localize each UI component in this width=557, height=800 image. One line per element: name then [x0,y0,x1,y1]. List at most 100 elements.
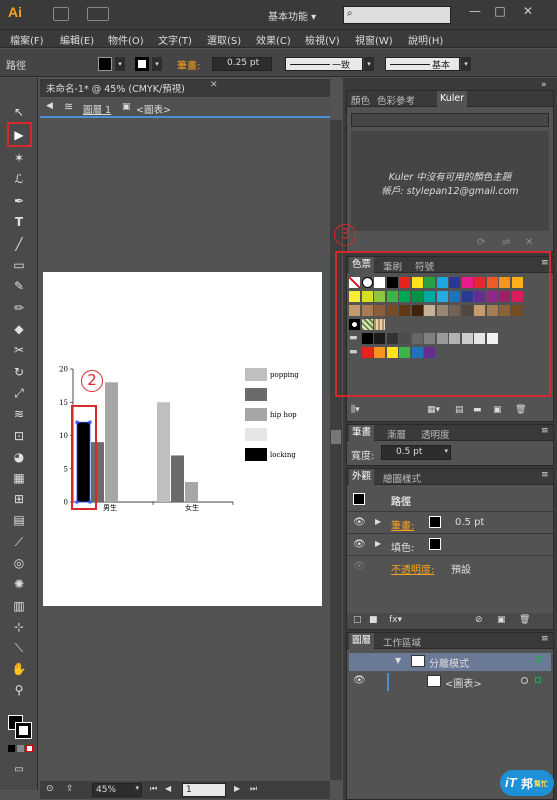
add-effect-icon[interactable]: fx▾ [389,615,402,625]
fill-dropdown-icon[interactable]: ▾ [115,57,125,71]
brush-dropdown-icon[interactable]: ▾ [461,57,471,71]
width-tool-icon[interactable]: ≋ [11,406,27,422]
maximize-button[interactable]: □ [490,4,510,22]
document-tab[interactable]: 未命名-1* @ 45% (CMYK/預視) [46,81,185,95]
color-mode-icon[interactable] [8,745,15,752]
show-swatch-kinds-icon[interactable]: ▦▾ [427,405,440,415]
free-transform-tool-icon[interactable]: ⊡ [11,428,27,444]
artboard-tool-icon[interactable]: ⊹ [11,619,27,635]
collapse-panels-icon[interactable]: » [541,80,547,90]
blend-tool-icon[interactable]: ◎ [11,555,27,571]
none-mode-icon[interactable] [26,745,33,752]
appearance-stroke-label[interactable]: 筆畫: [391,517,414,532]
screen-mode-icon[interactable]: ▭ [11,762,27,778]
menu-view[interactable]: 檢視(V) [305,32,340,47]
layer-target-icon[interactable] [535,656,541,662]
next-page-icon[interactable]: ▶ [234,784,240,793]
new-color-group-icon[interactable]: ▬ [473,405,482,415]
share-icon[interactable]: ⇪ [66,784,74,794]
zoom-tool-icon[interactable]: ⚲ [11,682,27,698]
menu-type[interactable]: 文字(T) [158,32,192,47]
swatch-library-icon[interactable]: ⫼▾ [351,405,360,415]
selection-tool-icon[interactable]: ↖ [11,104,27,120]
layer-row-isolation[interactable]: ▼ 分離模式 [349,653,551,671]
menu-effect[interactable]: 效果(C) [256,32,291,47]
tab-graphic-styles[interactable]: 繪圖樣式 [383,471,421,485]
brush-definition[interactable]: 基本 [385,57,460,71]
type-tool-icon[interactable]: T [11,214,27,230]
blob-brush-tool-icon[interactable]: ◆ [11,321,27,337]
back-arrow-icon[interactable]: ◀ [46,101,53,111]
variable-width-profile[interactable]: 一致 [285,57,363,71]
kuler-close-icon[interactable]: ✕ [525,237,533,248]
hand-tool-icon[interactable]: ✋ [11,661,27,677]
minimize-button[interactable]: — [465,4,485,22]
new-swatch-icon[interactable]: ▣ [493,405,502,415]
rotate-tool-icon[interactable]: ↻ [11,364,27,380]
appearance-fill-label[interactable]: 填色: [391,539,414,554]
prev-page-icon[interactable]: ◀ [165,784,171,793]
magic-wand-tool-icon[interactable]: ✶ [11,150,27,166]
appearance-fill-swatch[interactable] [429,538,441,550]
search-input[interactable]: ⌕ [343,6,451,24]
scale-tool-icon[interactable]: ⤢ [11,385,27,401]
stroke-swatch[interactable] [135,57,149,71]
add-fill-icon[interactable]: ■ [369,615,378,625]
bridge-icon[interactable] [53,7,69,21]
menu-edit[interactable]: 編輯(E) [60,32,94,47]
stroke-weight-field[interactable]: 0.25 pt [212,57,272,71]
symbol-sprayer-tool-icon[interactable]: ✺ [11,576,27,592]
fill-swatch[interactable] [98,57,112,71]
selection-indicator[interactable] [535,677,541,683]
expand-layer-icon[interactable]: ▼ [395,656,401,665]
close-tab-icon[interactable]: ✕ [210,80,218,90]
kuler-link-icon[interactable]: ⇌ [502,237,510,248]
gradient-mode-icon[interactable] [17,745,24,752]
eyedropper-tool-icon[interactable]: ⟋ [11,534,27,550]
gradient-tool-icon[interactable]: ▤ [11,512,27,528]
kuler-theme-field[interactable] [351,113,549,127]
tab-appearance[interactable]: 外觀 [349,469,375,485]
perspective-grid-tool-icon[interactable]: ▦ [11,470,27,486]
stroke-color-icon[interactable] [15,722,32,739]
lasso-tool-icon[interactable]: ℒ [11,171,27,187]
paintbrush-tool-icon[interactable]: ✎ [11,278,27,294]
delete-swatch-icon[interactable]: 🗑 [515,405,526,415]
layer-row-chart[interactable]: 👁 <圖表> [349,673,551,691]
swatch-options-icon[interactable]: ▤ [455,405,464,415]
tab-artboards[interactable]: 工作區域 [383,635,421,649]
tab-transparency[interactable]: 透明度 [421,427,450,441]
menu-window[interactable]: 視窗(W) [355,32,393,47]
pencil-tool-icon[interactable]: ✏ [11,300,27,316]
mesh-tool-icon[interactable]: ⊞ [11,491,27,507]
pen-tool-icon[interactable]: ✒ [11,193,27,209]
stroke-dropdown-icon[interactable]: ▾ [152,57,162,71]
page-number-field[interactable]: 1 [182,783,226,797]
menu-help[interactable]: 說明(H) [408,32,443,47]
target-circle-icon[interactable] [521,677,528,684]
breadcrumb-group[interactable]: <圖表> [136,102,171,116]
tab-gradient[interactable]: 漸層 [387,427,406,441]
stroke-weight-input[interactable]: 0.5 pt ▾ [381,445,451,460]
last-page-icon[interactable]: ⏭ [250,784,257,794]
refresh-icon[interactable]: ⟳ [477,237,485,248]
tab-color[interactable]: 顏色 [351,93,370,107]
scroll-thumb[interactable] [331,430,341,444]
line-tool-icon[interactable]: ╱ [11,236,27,252]
menu-object[interactable]: 物件(O) [108,32,144,47]
delete-item-icon[interactable]: 🗑 [519,615,530,625]
expand-fill-icon[interactable]: ▶ [375,539,381,548]
tab-stroke[interactable]: 筆畫 [349,425,375,441]
close-button[interactable]: ✕ [518,4,538,22]
first-page-icon[interactable]: ⏮ [150,784,157,794]
appearance-menu-icon[interactable]: ≡ [541,470,549,480]
tab-kuler[interactable]: Kuler [437,91,468,107]
profile-dropdown-icon[interactable]: ▾ [364,57,374,71]
appearance-stroke-swatch[interactable] [429,516,441,528]
stroke-label[interactable]: 筆畫: [177,57,200,72]
menu-select[interactable]: 選取(S) [207,32,241,47]
add-stroke-icon[interactable]: □ [353,615,362,625]
duplicate-item-icon[interactable]: ▣ [497,615,506,625]
column-graph-tool-icon[interactable]: ▥ [11,598,27,614]
menu-file[interactable]: 檔案(F) [10,32,44,47]
